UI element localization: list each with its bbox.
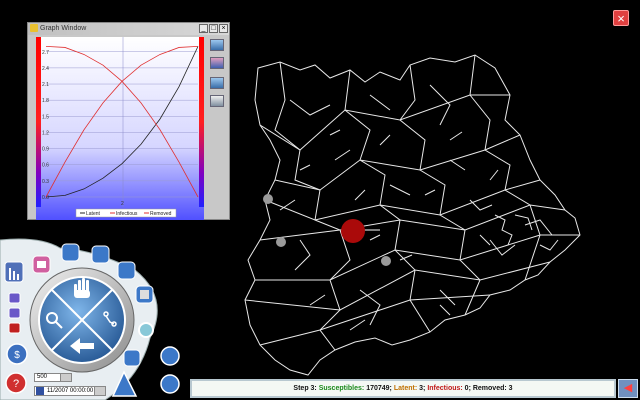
minimize-button[interactable]: _ [199,24,208,33]
y-tick-label: 0.0 [42,195,49,201]
pause-button [8,307,21,319]
legend-label: Infectious [116,211,138,217]
graph-plot: 2.7 2.4 2.1 1.8 1.5 1.2 0.9 0.6 0.3 0.0 2 Latent I… [36,37,204,220]
y-tick-label: 2.4 [42,66,49,72]
location-marker [276,237,286,247]
graph-window-title: Graph Window [40,25,87,32]
layers-button [123,349,141,367]
y-tick-label: 0.9 [42,147,49,153]
legend-label: Latent [86,211,101,217]
location-button [160,346,180,366]
infectious-label: Infectious: [427,385,463,392]
help-label: ? [13,378,19,390]
close-button[interactable]: × [613,10,629,26]
latent-label: Latent: [393,385,418,392]
stop-button [8,322,21,334]
graph-button [117,261,136,280]
removed-value: 3 [508,385,513,392]
calendar-icon[interactable] [36,387,44,395]
exit-button[interactable]: ◀ [618,379,638,398]
export-icon[interactable] [210,77,224,89]
location-marker [381,256,391,266]
edit-button [61,243,80,262]
y-tick-label: 1.8 [42,98,49,104]
region-map[interactable] [240,40,590,385]
location-marker [263,194,273,204]
graph-titlebar[interactable]: Graph Window _ □ × [28,23,229,35]
legend-label: Removed [150,211,172,217]
close-window-button[interactable]: × [219,24,228,33]
maximize-button[interactable]: □ [209,24,218,33]
speed-stepper[interactable] [60,373,72,382]
globe-button [160,374,180,394]
removed-label: Removed: [472,385,507,392]
susceptibles-label: Susceptibles: [318,385,365,392]
color-map-icon[interactable] [210,57,224,69]
y-tick-label: 2.1 [42,82,49,88]
save-icon[interactable] [210,95,224,107]
y-tick-label: 2.7 [42,50,49,56]
infectious-value: 0; [464,385,471,392]
target-button [138,322,154,338]
app-icon [30,24,38,32]
y-tick-label: 0.3 [42,179,49,185]
play-button [8,292,21,304]
report-button [91,245,110,264]
graph-window[interactable]: Graph Window _ □ × 2.7 2.4 2.1 1.8 1.5 1.2 0.9… [27,22,230,220]
date-stepper[interactable] [94,386,106,396]
money-label: $ [14,350,20,361]
y-tick-label: 1.2 [42,130,49,136]
latent-value: 3; [419,385,426,392]
susceptibles-value: 170749; [366,385,392,392]
x-tick-label: 2 [121,201,124,207]
y-tick-label: 0.6 [42,163,49,169]
y-tick-label: 1.5 [42,114,49,120]
status-step: Step 3: [293,385,317,392]
status-bar: Step 3: Susceptibles: 170749; Latent: 3;… [190,379,616,398]
infection-marker [341,219,365,243]
control-wheel: $ ? [0,238,180,400]
chart-type-icon[interactable] [210,39,224,51]
